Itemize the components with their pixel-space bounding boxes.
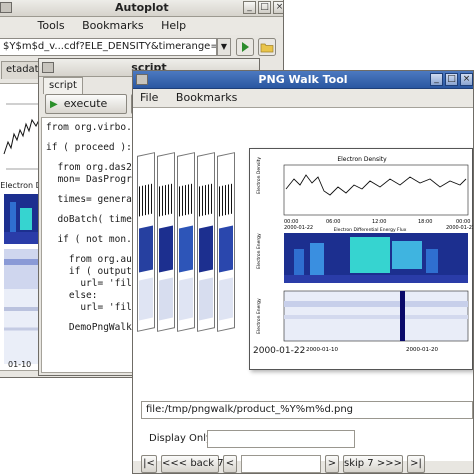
play-icon: ▶ <box>50 99 58 110</box>
autoplot-plot-label: lElectron D <box>0 181 38 190</box>
code-line: from org.aut <box>46 254 138 265</box>
time-tick: 06:00 <box>326 219 340 225</box>
time-tick: 12:00 <box>372 219 386 225</box>
code-line: else: <box>46 290 98 301</box>
execute-label: execute <box>63 97 108 110</box>
autoplot-canvas[interactable]: lElectron D 01-10 <box>0 83 39 371</box>
minimize-icon[interactable]: _ <box>430 73 443 86</box>
path-template-input[interactable]: file:/tmp/pngwalk/product_%Y%m%d.png <box>141 401 473 419</box>
last-button[interactable]: >| <box>407 455 425 473</box>
code-line: mon= DasProgre <box>46 174 138 185</box>
date-tick: 2000-01-20 <box>406 347 438 353</box>
display-only-label: Display Only: <box>149 433 215 444</box>
thumbnail[interactable] <box>177 152 195 332</box>
ylabel-bot: Electron Energy <box>256 298 262 334</box>
pngwalk-menubar: File Bookmarks <box>133 89 473 107</box>
selected-plot-graphic: Electron Density Electron Density 00:00 … <box>256 156 474 353</box>
code-line: doBatch( times <box>46 214 138 225</box>
go-button[interactable] <box>236 38 254 56</box>
close-icon[interactable]: × <box>273 1 283 14</box>
back-7-button[interactable]: <<< back 7 <box>161 455 224 473</box>
menu-bookmarks[interactable]: Bookmarks <box>169 89 244 104</box>
code-line: url= 'file <box>46 278 138 289</box>
tab-script[interactable]: script <box>43 77 83 94</box>
url-dropdown-icon[interactable]: ▼ <box>217 38 231 56</box>
minimize-icon[interactable]: _ <box>243 1 256 14</box>
autoplot-menubar: Tools Bookmarks Help <box>0 17 283 35</box>
current-time-field[interactable] <box>241 455 321 473</box>
date-start: 2000-01-22 <box>284 225 313 231</box>
time-tick: 18:00 <box>418 219 432 225</box>
menu-help[interactable]: Help <box>154 17 193 32</box>
autoplot-axis-date: 01-10 <box>8 360 32 369</box>
menu-tools[interactable]: Tools <box>31 17 72 32</box>
display-only-input[interactable] <box>207 430 355 448</box>
date-end: 2000-01-23 <box>446 225 474 231</box>
next-button[interactable]: > <box>325 455 339 473</box>
plot-title: Electron Density <box>337 156 387 163</box>
maximize-icon[interactable]: □ <box>258 1 271 14</box>
pngwalk-title: PNG Walk Tool <box>258 73 348 86</box>
thumbnail[interactable] <box>137 152 155 332</box>
code-line: if ( proceed ): <box>46 142 132 153</box>
autoplot-title: Autoplot <box>115 1 169 14</box>
execute-button[interactable]: ▶ execute <box>45 94 127 114</box>
prev-button[interactable]: < <box>223 455 237 473</box>
selected-image[interactable]: Electron Density Electron Density 00:00 … <box>249 148 473 370</box>
close-icon[interactable]: × <box>460 73 473 86</box>
thumbnail[interactable] <box>157 152 175 332</box>
tab-metadata[interactable]: etadata <box>1 61 45 79</box>
menu-file[interactable]: File <box>133 89 165 104</box>
panel2-title: Electron Differential Energy Flux <box>334 227 407 233</box>
thumbnail[interactable] <box>197 152 215 332</box>
open-folder-icon[interactable] <box>258 38 276 56</box>
ylabel-top: Electron Density <box>256 157 262 194</box>
menu-bookmarks[interactable]: Bookmarks <box>75 17 150 32</box>
data-uri-input[interactable]: $Y$m$d_v...cdf?ELE_DENSITY&timerange=200… <box>0 38 217 56</box>
ylabel-mid: Electron Energy <box>256 233 262 269</box>
pngwalk-window: PNG Walk Tool _ □ × File Bookmarks Elect… <box>132 70 474 474</box>
skip-7-button[interactable]: skip 7 >>> <box>343 455 403 473</box>
url-row: $Y$m$d_v...cdf?ELE_DENSITY&timerange=200… <box>0 36 283 58</box>
pngwalk-titlebar[interactable]: PNG Walk Tool _ □ × <box>133 71 473 89</box>
code-line: if ( outputF <box>46 266 138 277</box>
code-line: from org.das2. <box>46 162 138 173</box>
image-caption-date: 2000-01-22 <box>253 346 306 356</box>
maximize-icon[interactable]: □ <box>445 73 458 86</box>
autoplot-titlebar[interactable]: Autoplot _ □ × <box>0 0 283 17</box>
thumbnail[interactable] <box>217 152 235 332</box>
code-line: if ( not mon.c <box>46 234 138 245</box>
code-line: times= generat <box>46 194 138 205</box>
date-tick: 2000-01-10 <box>306 347 338 353</box>
code-line: DemoPngWalk. <box>46 322 138 333</box>
code-line: url= 'file <box>46 302 138 313</box>
first-button[interactable]: |< <box>141 455 157 473</box>
autoplot-plot-graphic <box>3 103 38 364</box>
